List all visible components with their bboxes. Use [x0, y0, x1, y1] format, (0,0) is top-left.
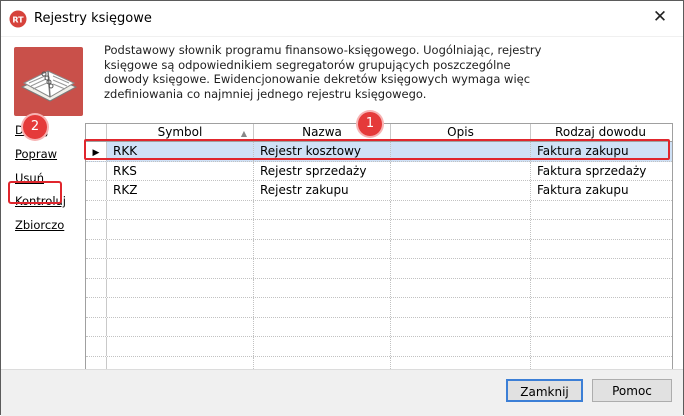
cell-symbol: RKZ	[107, 181, 254, 200]
cell-symbol: RKS	[107, 161, 254, 180]
sort-ascending-icon: ▲	[240, 129, 247, 138]
close-button[interactable]: Zamknij	[506, 379, 583, 402]
column-header-document-type[interactable]: Rodzaj dowodu	[531, 124, 670, 141]
cell-document-type: Faktura zakupu	[537, 144, 629, 158]
cell-symbol: RKK	[107, 142, 254, 161]
cell-document-type: Faktura sprzedaży	[537, 163, 647, 178]
dialog-content: Podstawowy słownik programu finansowo-ks…	[1, 36, 683, 416]
window-title: Rejestry księgowe	[34, 11, 152, 26]
edit-link-highlight	[8, 181, 62, 204]
empty-table-row[interactable]	[86, 317, 672, 337]
button-bar: Zamknij Pomoc	[1, 369, 683, 416]
table-row[interactable]: ▶ RKK Rejestr kosztowy Faktura zakupu	[86, 142, 672, 162]
title-bar: RT Rejestry księgowe ✕	[1, 1, 683, 36]
help-button[interactable]: Pomoc	[592, 379, 672, 402]
empty-table-row[interactable]	[86, 278, 672, 298]
empty-table-row[interactable]	[86, 200, 672, 220]
cell-description	[391, 181, 531, 200]
ledger-book-icon	[14, 47, 83, 116]
empty-table-row[interactable]	[86, 298, 672, 318]
empty-table-row[interactable]	[86, 259, 672, 279]
cell-description	[391, 161, 531, 180]
column-header-description[interactable]: Opis	[391, 124, 531, 141]
cell-name: Rejestr zakupu	[254, 181, 391, 200]
edit-link[interactable]: Popraw	[15, 147, 57, 161]
svg-text:RT: RT	[12, 16, 24, 25]
close-window-button[interactable]: ✕	[637, 1, 683, 36]
empty-table-row[interactable]	[86, 220, 672, 240]
dialog-window: RT Rejestry księgowe ✕ Podstawowy słowni…	[0, 0, 684, 416]
row-indicator-header	[86, 124, 107, 141]
table-row[interactable]: RKZ Rejestr zakupu Faktura zakupu	[86, 181, 672, 201]
row-pointer-icon: ▶	[86, 142, 107, 161]
close-icon: ✕	[652, 7, 668, 27]
cell-name: Rejestr sprzedaży	[254, 161, 391, 180]
registers-table: Symbol ▲ Nazwa Opis Rodzaj dowodu ▶ RKK …	[85, 123, 673, 376]
annotation-badge-2: 2	[23, 115, 47, 139]
bulk-link[interactable]: Zbiorczo	[15, 218, 64, 232]
cell-document-type: Faktura zakupu	[537, 183, 629, 197]
dictionary-description: Podstawowy słownik programu finansowo-ks…	[104, 43, 542, 101]
column-header-symbol[interactable]: Symbol ▲	[107, 124, 254, 141]
cell-name: Rejestr kosztowy	[254, 142, 391, 161]
rt-logo-icon: RT	[9, 10, 27, 28]
empty-table-row[interactable]	[86, 239, 672, 259]
table-row[interactable]: RKS Rejestr sprzedaży Faktura sprzedaży	[86, 161, 672, 181]
empty-table-row[interactable]	[86, 337, 672, 357]
annotation-badge-1: 1	[358, 112, 382, 136]
cell-description	[391, 142, 531, 161]
empty-rows	[86, 200, 672, 375]
